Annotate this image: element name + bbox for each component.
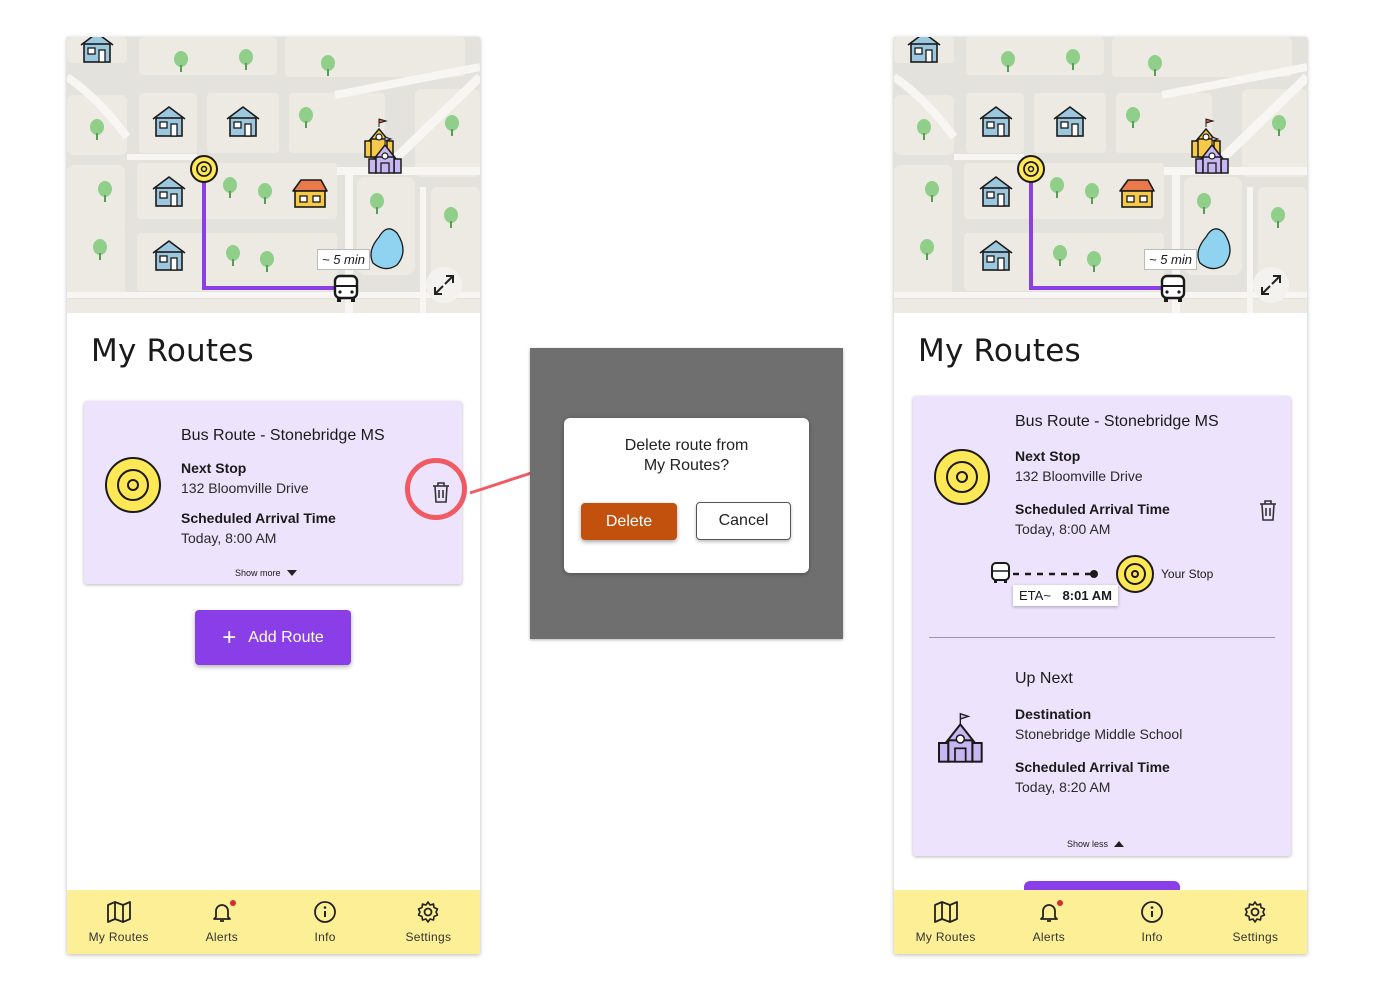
- cancel-button[interactable]: Cancel: [696, 502, 791, 540]
- nav-label: Alerts: [1032, 930, 1066, 944]
- phone-screen-routes-expanded: ~ 5 min My Routes Bus Route - Stonebridg…: [894, 37, 1307, 954]
- nav-label: Settings: [405, 930, 452, 944]
- dest-arrival-value: Today, 8:20 AM: [1015, 779, 1111, 795]
- route-map[interactable]: ~ 5 min: [67, 37, 480, 313]
- callout-highlight: [405, 458, 467, 520]
- dialog-message-line1: Delete route from: [624, 437, 749, 454]
- info-icon: [1141, 901, 1164, 923]
- dest-arrival-label: Scheduled Arrival Time: [1015, 759, 1170, 775]
- gear-icon: [1245, 901, 1266, 923]
- divider: [929, 637, 1275, 638]
- delete-dialog: Delete route from My Routes? Delete Canc…: [564, 418, 809, 573]
- plus-icon: +: [222, 623, 237, 651]
- expand-icon[interactable]: [1253, 267, 1289, 303]
- show-less-toggle[interactable]: Show less: [1067, 839, 1125, 849]
- next-stop-label: Next Stop: [1015, 448, 1081, 464]
- up-next-heading: Up Next: [1015, 670, 1073, 687]
- route-card-expanded[interactable]: Bus Route - Stonebridge MS Next Stop 132…: [913, 396, 1291, 856]
- map-eta-tag: ~ 5 min: [317, 249, 370, 270]
- nav-label: My Routes: [88, 930, 149, 944]
- stop-target-icon: [105, 457, 161, 513]
- nav-my-routes[interactable]: My Routes: [894, 890, 997, 954]
- bottom-nav: My Routes Alerts Info Settings: [894, 890, 1307, 954]
- school-icon: [938, 712, 983, 763]
- eta-time: 8:01 AM: [1062, 588, 1112, 603]
- route-map[interactable]: ~ 5 min: [894, 37, 1307, 313]
- next-stop-value: 132 Bloomville Drive: [1015, 468, 1143, 484]
- nav-label: Info: [1141, 930, 1163, 944]
- info-icon: [314, 901, 337, 923]
- arrival-value: Today, 8:00 AM: [1015, 521, 1111, 537]
- map-illustration: [67, 37, 480, 313]
- arrival-value: Today, 8:00 AM: [181, 530, 277, 546]
- add-route-button[interactable]: + Add Route: [195, 610, 351, 665]
- modal-overlay: Delete route from My Routes? Delete Canc…: [530, 348, 843, 639]
- nav-label: Alerts: [205, 930, 239, 944]
- arrival-label: Scheduled Arrival Time: [1015, 501, 1170, 517]
- page-title: My Routes: [918, 333, 1081, 369]
- stop-target-icon: [934, 449, 990, 505]
- your-stop-icon: [1116, 555, 1154, 593]
- nav-alerts[interactable]: Alerts: [170, 890, 273, 954]
- nav-my-routes[interactable]: My Routes: [67, 890, 170, 954]
- delete-button[interactable]: Delete: [581, 503, 677, 540]
- nav-label: Settings: [1232, 930, 1279, 944]
- show-more-label: Show more: [235, 568, 281, 578]
- next-stop-value: 132 Bloomville Drive: [181, 480, 309, 496]
- nav-label: Info: [314, 930, 336, 944]
- map-illustration: [894, 37, 1307, 313]
- gear-icon: [418, 901, 439, 923]
- dialog-message-line2: My Routes?: [643, 457, 730, 474]
- expand-icon[interactable]: [426, 267, 462, 303]
- map-eta-tag: ~ 5 min: [1144, 249, 1197, 270]
- trash-icon[interactable]: [1257, 498, 1279, 522]
- map-icon: [106, 901, 131, 923]
- destination-value: Stonebridge Middle School: [1015, 726, 1183, 742]
- alert-badge: [1057, 900, 1064, 906]
- map-icon: [933, 901, 958, 923]
- eta-badge: ETA~ 8:01 AM: [1013, 585, 1118, 606]
- eta-prefix: ETA~: [1019, 588, 1051, 603]
- alert-badge: [230, 900, 237, 906]
- nav-info[interactable]: Info: [1101, 890, 1204, 954]
- arrival-label: Scheduled Arrival Time: [181, 510, 336, 526]
- dialog-message: Delete route from My Routes?: [564, 436, 809, 476]
- nav-info[interactable]: Info: [274, 890, 377, 954]
- caret-down-icon: [286, 570, 297, 576]
- show-less-label: Show less: [1067, 839, 1109, 849]
- caret-up-icon: [1114, 841, 1125, 847]
- bottom-nav: My Routes Alerts Info Settings: [67, 890, 480, 954]
- show-more-toggle[interactable]: Show more: [235, 568, 297, 578]
- next-stop-label: Next Stop: [181, 460, 247, 476]
- destination-label: Destination: [1015, 706, 1092, 722]
- nav-settings[interactable]: Settings: [1204, 890, 1307, 954]
- add-route-label: Add Route: [248, 628, 324, 646]
- nav-settings[interactable]: Settings: [377, 890, 480, 954]
- your-stop-label: Your Stop: [1161, 567, 1214, 581]
- route-title: Bus Route - Stonebridge MS: [1015, 413, 1219, 430]
- nav-alerts[interactable]: Alerts: [997, 890, 1100, 954]
- route-title: Bus Route - Stonebridge MS: [181, 427, 385, 444]
- page-title: My Routes: [91, 333, 254, 369]
- nav-label: My Routes: [915, 930, 976, 944]
